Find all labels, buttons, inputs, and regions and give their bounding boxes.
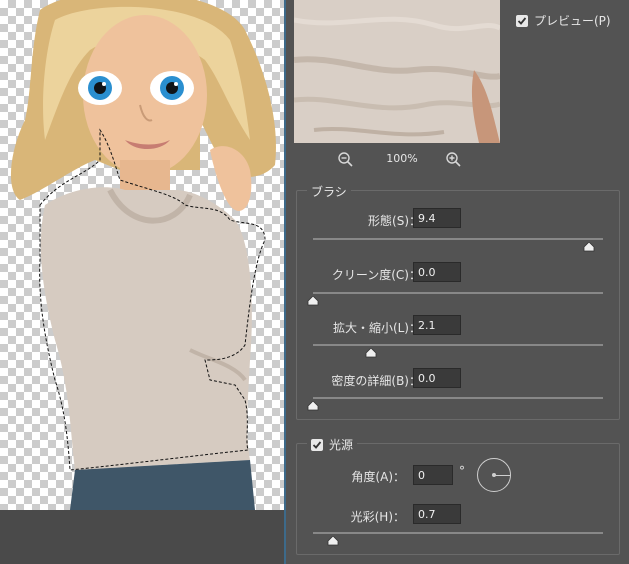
- shine-label: 光彩(H)：: [350, 510, 405, 524]
- sweater-shape: [40, 187, 252, 470]
- preview-toggle[interactable]: プレビュー(P): [516, 12, 611, 29]
- shine-slider-track[interactable]: [313, 532, 603, 534]
- canvas-footer: [0, 510, 284, 564]
- zoom-controls: 100%: [336, 150, 466, 170]
- shine-input[interactable]: [413, 504, 461, 524]
- angle-unit: °: [459, 464, 465, 478]
- check-icon[interactable]: [311, 438, 323, 451]
- slider-thumb-icon[interactable]: [583, 241, 595, 252]
- angle-input[interactable]: [413, 465, 453, 485]
- slider-thumb-icon[interactable]: [307, 400, 319, 411]
- angle-dial[interactable]: [477, 458, 511, 492]
- slider-thumb-icon[interactable]: [365, 347, 377, 358]
- light-group-title[interactable]: 光源: [307, 436, 358, 453]
- check-icon[interactable]: [516, 14, 528, 27]
- detail-input[interactable]: [413, 368, 461, 388]
- clean-label: クリーン度(C)：: [331, 268, 421, 282]
- detail-slider-track[interactable]: [313, 397, 603, 399]
- light-group: 光源 角度(A)： ° 光彩(H)：: [296, 436, 620, 555]
- scale-input[interactable]: [413, 315, 461, 335]
- brush-group: ブラシ 形態(S)： クリーン度(C)： 拡大・縮小(L)： 密度の詳細(B)：: [296, 183, 620, 420]
- filter-panel: プレビュー(P) 100% ブラシ 形態(S)： クリーン度(C)： 拡大・縮小…: [286, 0, 629, 564]
- preview-thumbnail[interactable]: [294, 0, 500, 143]
- brush-group-title: ブラシ: [307, 183, 351, 200]
- slider-thumb-icon[interactable]: [307, 295, 319, 306]
- zoom-level-text: 100%: [386, 152, 418, 165]
- document-canvas[interactable]: [0, 0, 284, 510]
- zoom-out-icon[interactable]: [336, 150, 356, 170]
- form-input[interactable]: [413, 208, 461, 228]
- zoom-in-icon[interactable]: [444, 150, 464, 170]
- angle-label: 角度(A)：: [351, 470, 405, 484]
- preview-texture: [294, 0, 500, 143]
- clean-slider-track[interactable]: [313, 292, 603, 294]
- scale-label: 拡大・縮小(L)：: [332, 321, 421, 335]
- scale-slider-track[interactable]: [313, 344, 603, 346]
- dial-center-dot: [492, 473, 496, 477]
- form-slider-track[interactable]: [313, 238, 603, 240]
- dial-needle: [494, 475, 510, 476]
- canvas-image: [10, 0, 276, 510]
- slider-thumb-icon[interactable]: [327, 535, 339, 546]
- clean-input[interactable]: [413, 262, 461, 282]
- preview-label: プレビュー(P): [534, 14, 611, 28]
- detail-label: 密度の詳細(B)：: [331, 374, 421, 388]
